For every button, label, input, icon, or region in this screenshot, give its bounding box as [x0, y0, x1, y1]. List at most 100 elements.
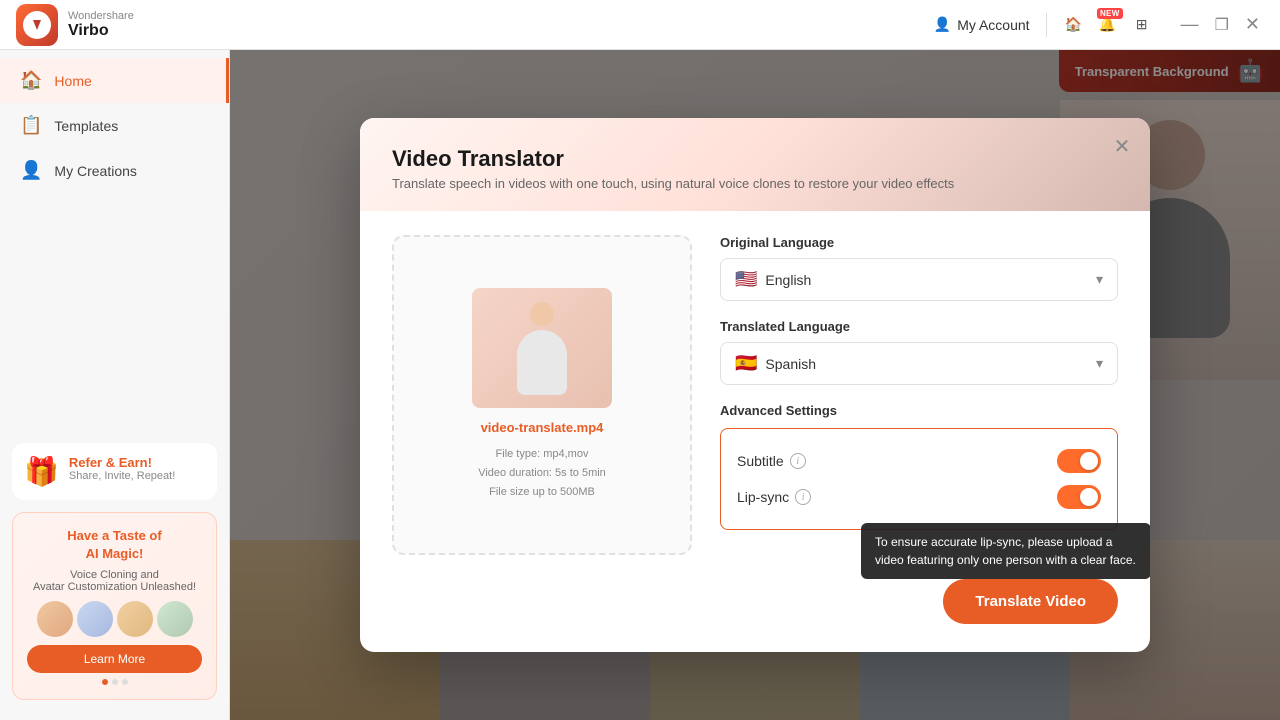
- dot-2: [112, 679, 118, 685]
- advanced-settings-title: Advanced Settings: [720, 403, 1118, 418]
- modal-subtitle: Translate speech in videos with one touc…: [392, 176, 1118, 191]
- modal-overlay: Video Translator Translate speech in vid…: [230, 50, 1280, 720]
- learn-more-button[interactable]: Learn More: [27, 645, 202, 673]
- close-window-button[interactable]: ✕: [1241, 14, 1264, 35]
- titlebar: Wondershare Virbo 👤 My Account 🏠 🔔 NEW ⊞…: [0, 0, 1280, 50]
- content-area: Transparent Background 🤖 Video Translato…: [230, 50, 1280, 720]
- creations-icon: 👤: [20, 160, 42, 181]
- translated-language-value: 🇪🇸 Spanish: [735, 353, 816, 374]
- translated-language-label: Translated Language: [720, 319, 1118, 334]
- subtitle-toggle-knob: [1080, 452, 1098, 470]
- refer-subtitle: Share, Invite, Repeat!: [69, 470, 175, 482]
- person-figure: [472, 288, 612, 408]
- upload-filename: video-translate.mp4: [481, 420, 604, 435]
- my-account-label: My Account: [957, 17, 1029, 33]
- translated-language-select[interactable]: 🇪🇸 Spanish ▾: [720, 342, 1118, 385]
- refer-title: Refer & Earn!: [69, 455, 175, 470]
- refer-text: Refer & Earn! Share, Invite, Repeat!: [69, 455, 175, 482]
- divider: [1046, 13, 1047, 37]
- ai-avatar-3: [117, 601, 153, 637]
- video-translator-modal: Video Translator Translate speech in vid…: [360, 118, 1150, 652]
- upload-preview: [472, 288, 612, 408]
- file-type-info: File type: mp4,mov: [478, 445, 606, 464]
- ai-magic-card: Have a Taste of AI Magic! Voice Cloning …: [12, 512, 217, 700]
- carousel-dots: [27, 679, 202, 685]
- lipsync-label: Lip-sync i: [737, 489, 811, 505]
- size-info: File size up to 500MB: [478, 483, 606, 502]
- logo-icon: [23, 11, 51, 39]
- maximize-button[interactable]: ❐: [1211, 14, 1233, 35]
- sidebar-templates-label: Templates: [54, 118, 118, 134]
- advanced-settings-section: Advanced Settings Subtitle i: [720, 403, 1118, 530]
- app-logo: [16, 4, 58, 46]
- grid-icon[interactable]: ⊞: [1131, 14, 1153, 36]
- app-brand: Wondershare Virbo: [16, 4, 134, 46]
- spanish-flag: 🇪🇸: [735, 353, 757, 374]
- ai-avatar-2: [77, 601, 113, 637]
- titlebar-icons: 🏠 🔔 NEW ⊞: [1063, 14, 1153, 36]
- sidebar-item-home[interactable]: 🏠 Home: [0, 58, 229, 103]
- brand-name: Wondershare: [68, 10, 134, 22]
- modal-body: video-translate.mp4 File type: mp4,mov V…: [360, 211, 1150, 579]
- refer-earn-card: 🎁 Refer & Earn! Share, Invite, Repeat!: [12, 443, 217, 500]
- original-language-select[interactable]: 🇺🇸 English ▾: [720, 258, 1118, 301]
- settings-panel: Original Language 🇺🇸 English ▾ Translate…: [692, 235, 1118, 555]
- dot-1: [102, 679, 108, 685]
- figure-body: [517, 330, 567, 395]
- upload-area[interactable]: video-translate.mp4 File type: mp4,mov V…: [392, 235, 692, 555]
- translate-btn-row: Translate Video: [360, 579, 1150, 652]
- templates-icon: 📋: [20, 115, 42, 136]
- subtitle-toggle[interactable]: [1057, 449, 1101, 473]
- new-badge: NEW: [1097, 8, 1123, 19]
- sidebar-item-my-creations[interactable]: 👤 My Creations: [0, 148, 229, 193]
- ai-magic-title: Have a Taste of AI Magic!: [27, 527, 202, 563]
- original-language-text: English: [765, 272, 811, 288]
- figure-head: [530, 302, 554, 326]
- app-name-group: Wondershare Virbo: [68, 10, 134, 40]
- duration-info: Video duration: 5s to 5min: [478, 464, 606, 483]
- sidebar: 🏠 Home 📋 Templates 👤 My Creations 🎁 Refe…: [0, 50, 230, 720]
- minimize-button[interactable]: —: [1177, 14, 1203, 35]
- sidebar-item-templates[interactable]: 📋 Templates: [0, 103, 229, 148]
- ai-avatar-4: [157, 601, 193, 637]
- my-account-button[interactable]: 👤 My Account: [934, 16, 1030, 33]
- product-name: Virbo: [68, 22, 134, 40]
- ai-avatar-row: [27, 601, 202, 637]
- lipsync-toggle-knob: [1080, 488, 1098, 506]
- modal-close-button[interactable]: ✕: [1108, 132, 1136, 160]
- modal-header: Video Translator Translate speech in vid…: [360, 118, 1150, 211]
- subtitle-info-icon[interactable]: i: [790, 453, 806, 469]
- subtitle-row: Subtitle i: [737, 443, 1101, 479]
- titlebar-right: 👤 My Account 🏠 🔔 NEW ⊞ — ❐ ✕: [934, 13, 1264, 37]
- window-controls: — ❐ ✕: [1177, 14, 1264, 35]
- modal-title: Video Translator: [392, 146, 1118, 172]
- sidebar-creations-label: My Creations: [54, 163, 136, 179]
- main-layout: 🏠 Home 📋 Templates 👤 My Creations 🎁 Refe…: [0, 50, 1280, 720]
- original-language-chevron: ▾: [1096, 271, 1103, 288]
- lipsync-text: Lip-sync: [737, 489, 789, 505]
- dot-3: [122, 679, 128, 685]
- tooltip-text: To ensure accurate lip-sync, please uplo…: [875, 535, 1136, 567]
- subtitle-text: Subtitle: [737, 453, 784, 469]
- ai-magic-highlight: AI Magic!: [86, 546, 144, 561]
- ai-avatar-1: [37, 601, 73, 637]
- settings-box: Subtitle i: [720, 428, 1118, 530]
- original-language-label: Original Language: [720, 235, 1118, 250]
- lipsync-tooltip: To ensure accurate lip-sync, please uplo…: [861, 523, 1150, 579]
- account-icon: 👤: [934, 16, 951, 33]
- lipsync-row: Lip-sync i: [737, 479, 1101, 515]
- lipsync-toggle[interactable]: [1057, 485, 1101, 509]
- new-feature-icon[interactable]: 🔔 NEW: [1097, 14, 1119, 36]
- home-sidebar-icon: 🏠: [20, 70, 42, 91]
- translated-language-chevron: ▾: [1096, 355, 1103, 372]
- sidebar-home-label: Home: [54, 73, 91, 89]
- lipsync-info-icon[interactable]: i: [795, 489, 811, 505]
- english-flag: 🇺🇸: [735, 269, 757, 290]
- refer-icon: 🎁: [24, 455, 59, 488]
- translated-language-text: Spanish: [765, 356, 816, 372]
- ai-magic-description: Voice Cloning andAvatar Customization Un…: [27, 569, 202, 593]
- home-icon[interactable]: 🏠: [1063, 14, 1085, 36]
- upload-info: File type: mp4,mov Video duration: 5s to…: [478, 445, 606, 501]
- original-language-value: 🇺🇸 English: [735, 269, 811, 290]
- translate-video-button[interactable]: Translate Video: [943, 579, 1118, 624]
